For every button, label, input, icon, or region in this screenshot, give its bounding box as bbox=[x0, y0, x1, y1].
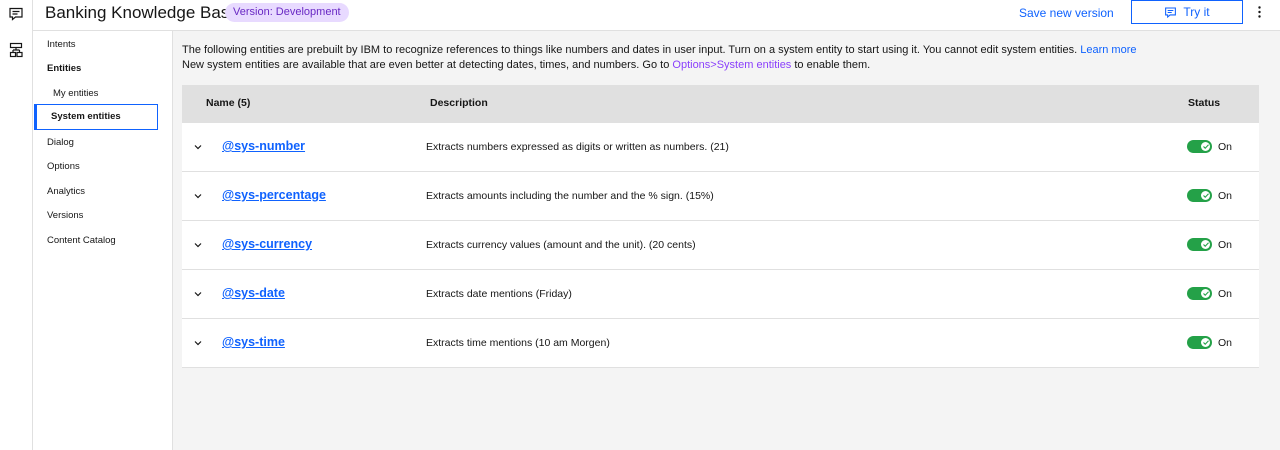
entity-name-link[interactable]: @sys-currency bbox=[222, 237, 312, 251]
nav-dialog[interactable]: Dialog bbox=[47, 137, 74, 148]
intro-line-2: New system entities are available that a… bbox=[182, 58, 670, 71]
checkmark-icon bbox=[1202, 144, 1209, 149]
system-entities-table: Name (5) Description Status @sys-number … bbox=[182, 85, 1259, 368]
chat-bubble-icon bbox=[1165, 7, 1177, 18]
try-it-button[interactable]: Try it bbox=[1131, 0, 1243, 24]
chevron-down-icon[interactable] bbox=[192, 337, 204, 349]
page-title: Banking Knowledge Base bbox=[45, 3, 239, 22]
main-content: The following entities are prebuilt by I… bbox=[173, 31, 1280, 450]
table-row: @sys-currency Extracts currency values (… bbox=[182, 221, 1259, 270]
column-status-header: Status bbox=[1188, 97, 1221, 109]
checkmark-icon bbox=[1202, 340, 1209, 345]
checkmark-icon bbox=[1202, 242, 1209, 247]
nav-my-entities[interactable]: My entities bbox=[53, 88, 98, 99]
entity-description: Extracts currency values (amount and the… bbox=[426, 239, 696, 251]
chat-icon[interactable] bbox=[6, 4, 26, 24]
status-toggle[interactable] bbox=[1187, 287, 1212, 300]
status-toggle[interactable] bbox=[1187, 336, 1212, 349]
column-name-header[interactable]: Name (5) bbox=[206, 97, 250, 109]
intro-line-2-end: to enable them. bbox=[794, 58, 871, 71]
entity-description: Extracts time mentions (10 am Morgen) bbox=[426, 337, 610, 349]
status-label: On bbox=[1218, 239, 1233, 251]
checkmark-icon bbox=[1202, 193, 1209, 198]
status-toggle[interactable] bbox=[1187, 238, 1212, 251]
status-label: On bbox=[1218, 337, 1233, 349]
nav-options[interactable]: Options bbox=[47, 161, 80, 172]
entity-description: Extracts date mentions (Friday) bbox=[426, 288, 572, 300]
status-label: On bbox=[1218, 190, 1233, 202]
chevron-down-icon[interactable] bbox=[192, 141, 204, 153]
save-new-version-button[interactable]: Save new version bbox=[1019, 6, 1114, 20]
entity-description: Extracts numbers expressed as digits or … bbox=[426, 141, 729, 153]
column-description-header: Description bbox=[430, 97, 488, 109]
table-row: @sys-date Extracts date mentions (Friday… bbox=[182, 270, 1259, 319]
entity-description: Extracts amounts including the number an… bbox=[426, 190, 714, 202]
version-tag: Version: Development bbox=[225, 3, 349, 22]
entity-name-link[interactable]: @sys-date bbox=[222, 286, 285, 300]
chevron-down-icon[interactable] bbox=[192, 239, 204, 251]
status-label: On bbox=[1218, 288, 1233, 300]
table-row: @sys-time Extracts time mentions (10 am … bbox=[182, 319, 1259, 368]
try-it-label: Try it bbox=[1183, 5, 1210, 19]
status-toggle[interactable] bbox=[1187, 140, 1212, 153]
status-toggle[interactable] bbox=[1187, 189, 1212, 202]
nav-analytics[interactable]: Analytics bbox=[47, 186, 85, 197]
intro-text: The following entities are prebuilt by I… bbox=[182, 43, 1272, 72]
intro-line-1: The following entities are prebuilt by I… bbox=[182, 44, 1078, 56]
left-rail bbox=[0, 0, 33, 450]
checkmark-icon bbox=[1202, 291, 1209, 296]
overflow-menu-icon[interactable] bbox=[1252, 3, 1266, 21]
nav-content-catalog[interactable]: Content Catalog bbox=[47, 235, 116, 246]
header: Banking Knowledge Base Version: Developm… bbox=[33, 0, 1280, 31]
entity-name-link[interactable]: @sys-number bbox=[222, 139, 305, 153]
entity-name-link[interactable]: @sys-time bbox=[222, 335, 285, 349]
chevron-down-icon[interactable] bbox=[192, 288, 204, 300]
options-system-entities-link[interactable]: Options>System entities bbox=[672, 59, 791, 71]
learn-more-link[interactable]: Learn more bbox=[1080, 44, 1136, 56]
nav-system-entities[interactable]: System entities bbox=[34, 104, 158, 130]
table-row: @sys-percentage Extracts amounts includi… bbox=[182, 172, 1259, 221]
chevron-down-icon[interactable] bbox=[192, 190, 204, 202]
table-header: Name (5) Description Status bbox=[182, 85, 1259, 123]
flow-icon[interactable] bbox=[6, 40, 26, 60]
side-navigation: Intents Entities My entities System enti… bbox=[33, 31, 173, 450]
nav-entities[interactable]: Entities bbox=[47, 63, 81, 74]
entity-name-link[interactable]: @sys-percentage bbox=[222, 188, 326, 202]
nav-versions[interactable]: Versions bbox=[47, 210, 83, 221]
nav-intents[interactable]: Intents bbox=[47, 39, 76, 50]
table-row: @sys-number Extracts numbers expressed a… bbox=[182, 123, 1259, 172]
status-label: On bbox=[1218, 141, 1233, 153]
